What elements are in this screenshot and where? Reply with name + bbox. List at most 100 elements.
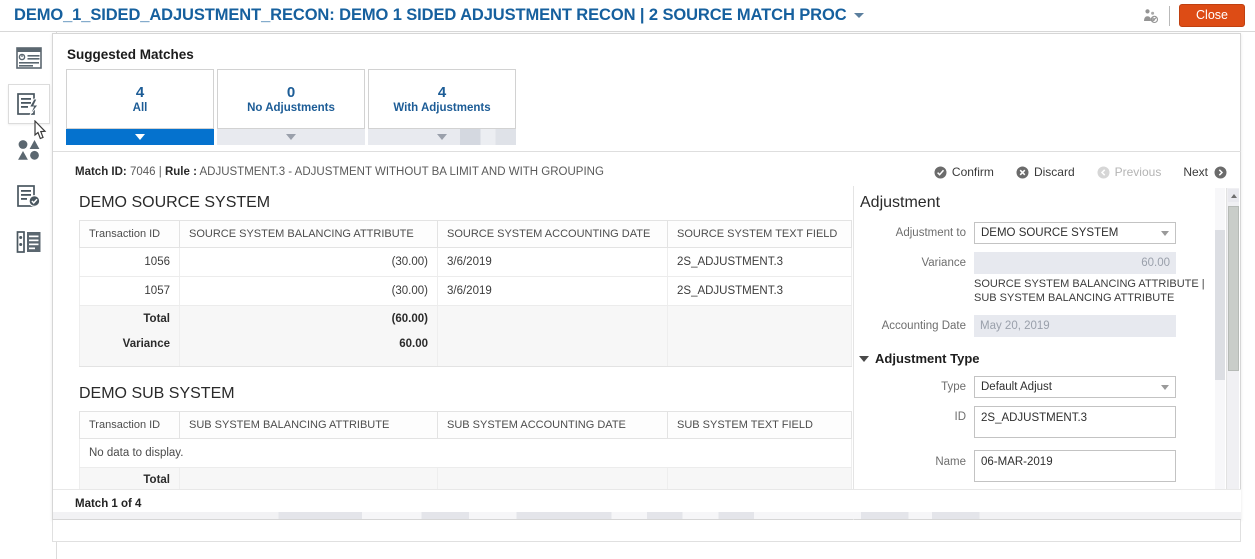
col-transaction-id[interactable]: Transaction ID bbox=[79, 410, 180, 439]
variance-row: Variance 60.00 SOURCE SYSTEM BALANCING A… bbox=[856, 252, 1206, 305]
adjustment-type-title: Adjustment Type bbox=[875, 351, 980, 367]
match-info-text: Match ID: 7046 | Rule : ADJUSTMENT.3 - A… bbox=[75, 166, 604, 178]
filter-card-with-adjustments-count: 4 bbox=[437, 83, 447, 101]
filter-card-with-adjustments-expander[interactable] bbox=[368, 129, 516, 145]
adjustment-to-select[interactable]: DEMO SOURCE SYSTEM bbox=[974, 222, 1176, 244]
variance-helper-text: SOURCE SYSTEM BALANCING ATTRIBUTE | SUB … bbox=[974, 278, 1205, 305]
filter-card-expanders bbox=[66, 129, 519, 145]
name-input[interactable]: 06-MAR-2019 bbox=[974, 450, 1176, 483]
variance-label: Variance bbox=[921, 257, 966, 269]
variance-value: 60.00 bbox=[179, 331, 438, 367]
col-accounting-date[interactable]: SOURCE SYSTEM ACCOUNTING DATE bbox=[437, 220, 668, 248]
rule-label: Rule : bbox=[164, 166, 197, 178]
sidebar-item-checklist[interactable] bbox=[8, 176, 50, 216]
confirm-label: Confirm bbox=[951, 165, 994, 179]
table-row[interactable]: 1057 (30.00) 3/6/2019 2S_ADJUSTMENT.3 bbox=[79, 276, 852, 306]
filter-card-all-expander[interactable] bbox=[66, 129, 214, 145]
check-circle-icon bbox=[934, 166, 947, 179]
col-text-field[interactable]: SOURCE SYSTEM TEXT FIELD bbox=[667, 220, 852, 248]
match-info-bar: Match ID: 7046 | Rule : ADJUSTMENT.3 - A… bbox=[53, 158, 1241, 186]
sidebar-item-shapes[interactable] bbox=[8, 130, 50, 170]
source-table-title: DEMO SOURCE SYSTEM bbox=[79, 194, 271, 211]
adjustment-column: Adjustment Adjustment to DEMO SOURCE SYS… bbox=[853, 186, 1241, 520]
type-row: Type Default Adjust bbox=[856, 376, 1206, 399]
scroll-up-button[interactable] bbox=[1228, 189, 1239, 202]
next-button[interactable]: Next bbox=[1183, 165, 1227, 179]
total-label: Total bbox=[79, 305, 180, 332]
divider bbox=[53, 151, 1241, 152]
accounting-date-label: Accounting Date bbox=[881, 320, 966, 333]
variance-label: Variance bbox=[79, 331, 180, 367]
accounting-date-value: May 20, 2019 bbox=[980, 320, 1050, 333]
cell-balancing-attribute: (30.00) bbox=[179, 276, 438, 306]
bottom-strip bbox=[52, 520, 1241, 542]
type-select[interactable]: Default Adjust bbox=[974, 376, 1176, 399]
adjustment-to-label: Adjustment to bbox=[895, 227, 966, 239]
main-panel: Suggested Matches 4 All 0 No Adjustments… bbox=[52, 33, 1241, 520]
variance-blank-date bbox=[437, 331, 668, 367]
filter-card-all[interactable]: 4 All bbox=[66, 69, 214, 129]
discard-label: Discard bbox=[1033, 165, 1075, 179]
caret-up-icon bbox=[1230, 193, 1237, 198]
adjustment-scroll-thumb[interactable] bbox=[1228, 206, 1239, 371]
adjustment-inner-scroll-thumb[interactable] bbox=[1215, 230, 1225, 380]
filter-card-no-adjustments-expander[interactable] bbox=[217, 129, 365, 145]
discard-button[interactable]: Discard bbox=[1016, 165, 1075, 179]
sidebar-item-auto-match[interactable] bbox=[8, 84, 50, 124]
col-balancing-attribute[interactable]: SUB SYSTEM BALANCING ATTRIBUTE bbox=[179, 410, 438, 439]
table-row[interactable]: 1056 (30.00) 3/6/2019 2S_ADJUSTMENT.3 bbox=[79, 247, 852, 277]
sub-system-table: Transaction ID SUB SYSTEM BALANCING ATTR… bbox=[79, 410, 852, 493]
col-balancing-attribute[interactable]: SOURCE SYSTEM BALANCING ATTRIBUTE bbox=[179, 220, 438, 248]
col-text-field[interactable]: SUB SYSTEM TEXT FIELD bbox=[667, 410, 852, 439]
filter-card-no-adjustments[interactable]: 0 No Adjustments bbox=[217, 69, 365, 129]
chevron-down-icon[interactable] bbox=[853, 13, 864, 18]
adjustment-to-value: DEMO SOURCE SYSTEM bbox=[981, 227, 1119, 239]
rule-value: ADJUSTMENT.3 - ADJUSTMENT WITHOUT BA LIM… bbox=[199, 166, 604, 178]
chevron-down-icon bbox=[437, 134, 447, 140]
chevron-down-icon bbox=[1161, 230, 1169, 236]
total-blank-text bbox=[667, 305, 852, 332]
adjustment-scrollbar[interactable] bbox=[1226, 188, 1239, 518]
sub-table-title: DEMO SUB SYSTEM bbox=[79, 384, 235, 402]
total-value: (60.00) bbox=[179, 305, 438, 332]
shapes-match-icon bbox=[16, 138, 42, 162]
id-input[interactable]: 2S_ADJUSTMENT.3 bbox=[974, 406, 1176, 439]
sidebar-item-list-detail[interactable] bbox=[8, 222, 50, 262]
match-id-label: Match ID: bbox=[75, 166, 127, 178]
close-button[interactable]: Close bbox=[1179, 3, 1245, 28]
adjustment-to-row: Adjustment to DEMO SOURCE SYSTEM bbox=[856, 222, 1206, 244]
filter-card-with-adjustments-label: With Adjustments bbox=[393, 102, 491, 115]
tables-column: DEMO SOURCE SYSTEM Transaction ID SOURCE… bbox=[53, 186, 853, 520]
header-divider bbox=[1169, 5, 1171, 26]
variance-field: 60.00 bbox=[974, 252, 1176, 274]
variance-blank-text bbox=[667, 331, 852, 367]
chevron-down-icon bbox=[1161, 384, 1169, 390]
filter-card-all-count: 4 bbox=[135, 83, 145, 101]
adjustment-type-section-header[interactable]: Adjustment Type bbox=[856, 351, 1206, 366]
horizontal-scrollbar[interactable] bbox=[53, 512, 1241, 519]
id-label: ID bbox=[954, 411, 967, 424]
filter-card-no-adjustments-count: 0 bbox=[286, 83, 296, 101]
x-circle-icon bbox=[1016, 166, 1029, 179]
adjustment-inner-scrollbar[interactable] bbox=[1215, 188, 1225, 518]
confirm-button[interactable]: Confirm bbox=[934, 165, 994, 179]
filter-card-with-adjustments[interactable]: 4 With Adjustments bbox=[368, 69, 516, 129]
suggested-matches-title: Suggested Matches bbox=[67, 47, 194, 62]
id-row: ID 2S_ADJUSTMENT.3 bbox=[856, 406, 1206, 439]
sidebar-item-dashboard[interactable] bbox=[8, 38, 50, 78]
dashboard-icon bbox=[16, 47, 42, 69]
match-counter: Match 1 of 4 bbox=[75, 498, 142, 510]
accounting-date-field: May 20, 2019 bbox=[974, 315, 1176, 338]
app-header: DEMO_1_SIDED_ADJUSTMENT_RECON: DEMO 1 SI… bbox=[0, 0, 1255, 32]
page-title-text: DEMO_1_SIDED_ADJUSTMENT_RECON: DEMO 1 SI… bbox=[14, 6, 847, 24]
next-label: Next bbox=[1183, 165, 1208, 179]
chevron-down-icon bbox=[135, 134, 145, 140]
col-transaction-id[interactable]: Transaction ID bbox=[79, 220, 180, 248]
cell-transaction-id: 1057 bbox=[79, 276, 180, 306]
collapse-triangle-icon[interactable] bbox=[859, 355, 869, 362]
type-value: Default Adjust bbox=[981, 381, 1052, 394]
page-title: DEMO_1_SIDED_ADJUSTMENT_RECON: DEMO 1 SI… bbox=[0, 6, 864, 25]
col-accounting-date[interactable]: SUB SYSTEM ACCOUNTING DATE bbox=[437, 410, 668, 439]
cell-text-field: 2S_ADJUSTMENT.3 bbox=[667, 247, 852, 277]
people-icon[interactable] bbox=[1140, 6, 1160, 26]
